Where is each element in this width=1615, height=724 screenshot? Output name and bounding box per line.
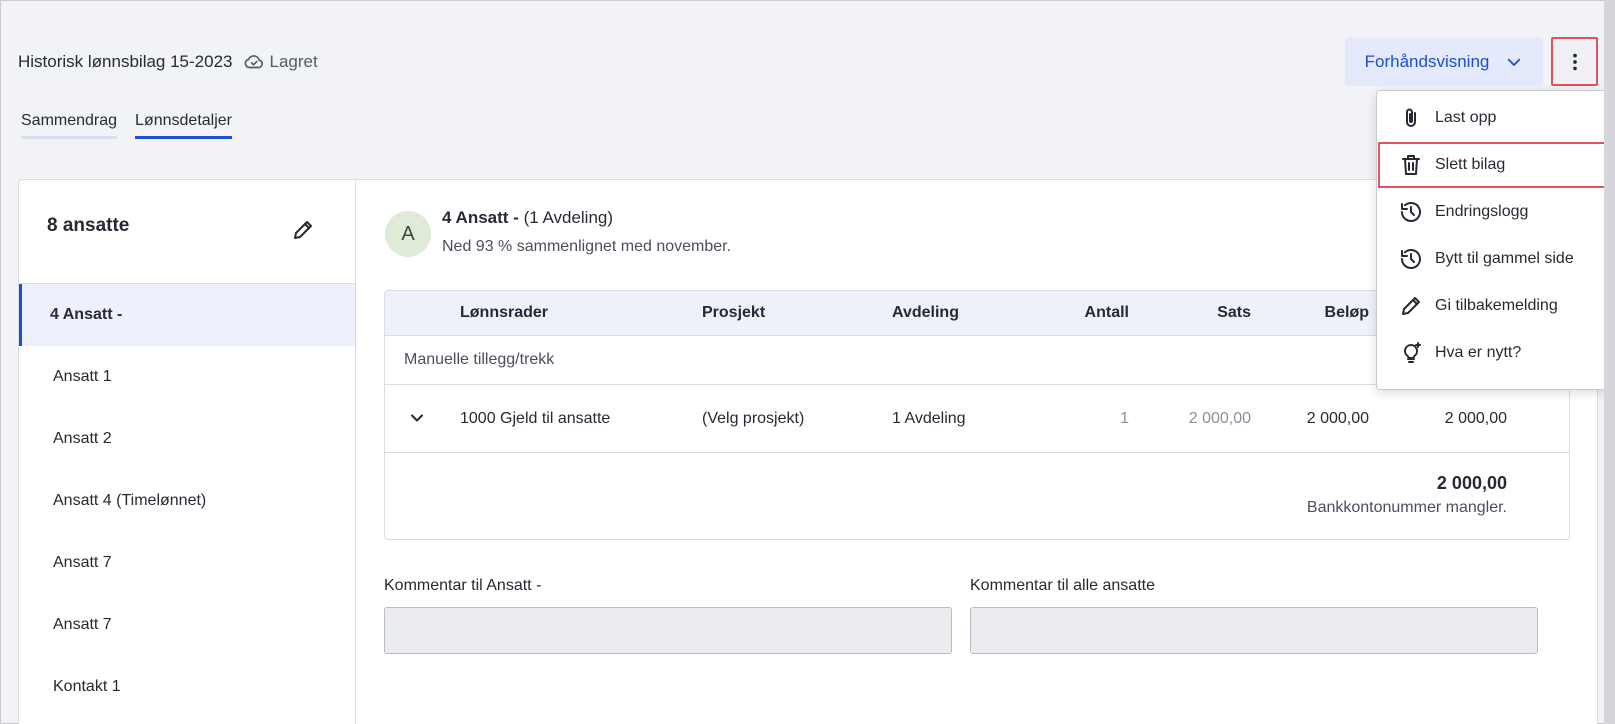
menu-item-label: Gi tilbakemelding	[1435, 297, 1558, 314]
all-comment-field[interactable]	[970, 607, 1538, 654]
header-department: Avdeling	[892, 304, 959, 321]
employee-sidebar: 8 ansatte 4 Ansatt - Ansatt 1 Ansatt 2 A…	[19, 180, 356, 724]
employee-list-item[interactable]: Ansatt 7	[19, 532, 355, 594]
page-header: Historisk lønnsbilag 15-2023 Lagret	[18, 48, 318, 76]
page-title: Historisk lønnsbilag 15-2023	[18, 52, 233, 71]
employee-count: 8 ansatte	[47, 215, 130, 236]
preview-button[interactable]: Forhåndsvisning	[1345, 37, 1543, 86]
history-icon	[1401, 202, 1421, 222]
tab-bar: Sammendrag Lønnsdetaljer	[21, 112, 232, 139]
employee-list-item[interactable]: Ansatt 7	[19, 594, 355, 656]
menu-item-upload[interactable]: Last opp	[1378, 95, 1607, 141]
cloud-check-icon	[244, 55, 263, 69]
pencil-icon[interactable]	[291, 218, 315, 242]
menu-item-label: Endringslogg	[1435, 203, 1529, 220]
trash-icon	[1402, 155, 1420, 175]
lightbulb-icon	[1403, 342, 1421, 363]
menu-item-label: Slett bilag	[1435, 156, 1506, 173]
row-project-select[interactable]: (Velg prosjekt)	[702, 410, 804, 428]
more-options-button[interactable]	[1551, 37, 1598, 86]
menu-item-feedback[interactable]: Gi tilbakemelding	[1378, 283, 1607, 329]
row-total: 2 000,00	[1444, 409, 1507, 427]
saved-status: Lagret	[243, 51, 318, 73]
chevron-down-icon[interactable]	[407, 408, 427, 428]
employee-comment-label: Kommentar til Ansatt -	[384, 577, 542, 594]
header-sum: Beløp	[1324, 304, 1369, 321]
employee-list-item[interactable]: 4 Ansatt -	[19, 284, 355, 346]
employee-list: 4 Ansatt - Ansatt 1 Ansatt 2 Ansatt 4 (T…	[19, 284, 355, 718]
saved-label: Lagret	[269, 52, 318, 71]
row-sum: 2 000,00	[1306, 409, 1369, 427]
menu-item-label: Hva er nytt?	[1435, 344, 1522, 361]
employee-title: 4 Ansatt - (1 Avdeling)	[442, 208, 613, 228]
menu-item-old-page[interactable]: Bytt til gammel side	[1378, 236, 1607, 282]
employee-department: (1 Avdeling)	[523, 208, 614, 227]
all-comment-label: Kommentar til alle ansatte	[970, 577, 1155, 594]
scrollbar[interactable]	[1604, 0, 1615, 724]
employee-list-item[interactable]: Kontakt 1	[19, 656, 355, 718]
employee-name: 4 Ansatt -	[442, 208, 519, 227]
row-name: 1000 Gjeld til ansatte	[460, 409, 611, 427]
menu-item-delete[interactable]: Slett bilag	[1378, 142, 1607, 188]
employee-comment-field[interactable]	[384, 607, 952, 654]
row-amount: 1	[1120, 409, 1129, 427]
employee-list-item[interactable]: Ansatt 1	[19, 346, 355, 408]
employee-list-item[interactable]: Ansatt 2	[19, 408, 355, 470]
bank-account-warning: Bankkontonummer mangler.	[1306, 499, 1507, 516]
header-project: Prosjekt	[702, 304, 766, 321]
pencil-icon	[1402, 297, 1420, 315]
chevron-down-icon	[1508, 58, 1521, 66]
header-amount: Antall	[1084, 304, 1129, 321]
menu-item-whats-new[interactable]: Hva er nytt?	[1378, 330, 1607, 376]
tab-sammendrag[interactable]: Sammendrag	[21, 112, 118, 139]
header-rate: Sats	[1217, 304, 1251, 321]
kebab-menu-icon	[1572, 53, 1577, 70]
options-menu: Last opp Slett bilag Endringslogg Bytt t…	[1376, 90, 1609, 390]
menu-item-label: Bytt til gammel side	[1435, 250, 1574, 267]
main-card: 8 ansatte 4 Ansatt - Ansatt 1 Ansatt 2 A…	[18, 179, 1598, 724]
employee-list-item[interactable]: Ansatt 4 (Timelønnet)	[19, 470, 355, 532]
tab-lonnsdetaljer[interactable]: Lønnsdetaljer	[135, 112, 232, 139]
row-rate: 2 000,00	[1188, 409, 1251, 427]
row-department: 1 Avdeling	[892, 409, 966, 427]
grand-total: 2 000,00	[1436, 473, 1507, 493]
menu-item-label: Last opp	[1435, 109, 1497, 126]
header-rows: Lønnsrader	[460, 304, 549, 321]
preview-button-label: Forhåndsvisning	[1364, 51, 1490, 71]
avatar: A	[385, 211, 431, 257]
employee-comparison: Ned 93 % sammenlignet med november.	[442, 238, 732, 255]
table-row[interactable]: 1000 Gjeld til ansatte (Velg prosjekt) 1…	[385, 385, 1569, 453]
history-icon	[1401, 249, 1421, 269]
menu-item-changelog[interactable]: Endringslogg	[1378, 189, 1607, 235]
paperclip-icon	[1406, 108, 1416, 127]
